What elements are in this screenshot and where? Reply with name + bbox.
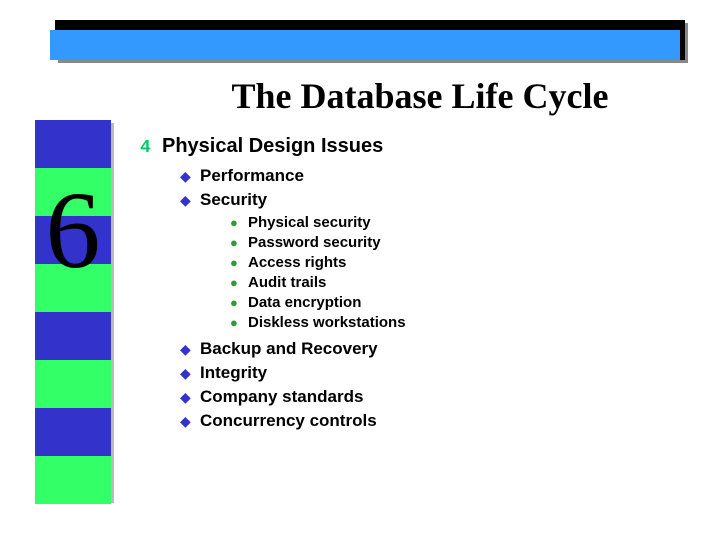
dot-bullet-icon: ● <box>230 235 248 250</box>
list-item: ◆ Company standards <box>180 387 680 407</box>
list-item: ● Access rights <box>230 254 680 271</box>
diamond-bullet-icon: ◆ <box>180 168 200 185</box>
diamond-bullet-icon: ◆ <box>180 341 200 358</box>
list-item: ● Diskless workstations <box>230 314 680 331</box>
dot-bullet-icon: ● <box>230 255 248 270</box>
dot-bullet-icon: ● <box>230 315 248 330</box>
diamond-bullet-icon: ◆ <box>180 389 200 406</box>
subitems-top: ◆ Performance ◆ Security <box>140 166 680 210</box>
subitems-bottom: ◆ Backup and Recovery ◆ Integrity ◆ Comp… <box>140 339 680 431</box>
number-bullet-icon: 4 <box>140 138 162 158</box>
slide-content: 4 Physical Design Issues ◆ Performance ◆… <box>140 135 680 435</box>
diamond-bullet-icon: ◆ <box>180 192 200 209</box>
header-blue-bar <box>50 30 680 60</box>
item-text: Physical security <box>248 214 371 231</box>
list-item: ◆ Backup and Recovery <box>180 339 680 359</box>
list-item: ● Physical security <box>230 214 680 231</box>
subsubitems: ● Physical security ● Password security … <box>140 214 680 331</box>
list-item: ◆ Integrity <box>180 363 680 383</box>
heading-item: 4 Physical Design Issues <box>140 135 680 158</box>
dot-bullet-icon: ● <box>230 275 248 290</box>
dot-bullet-icon: ● <box>230 295 248 310</box>
item-text: Password security <box>248 234 381 251</box>
item-text: Security <box>200 190 267 210</box>
dot-bullet-icon: ● <box>230 215 248 230</box>
list-item: ● Data encryption <box>230 294 680 311</box>
chapter-number: 6 <box>35 175 111 285</box>
item-text: Audit trails <box>248 274 326 291</box>
heading-text: Physical Design Issues <box>162 135 383 158</box>
list-item: ● Password security <box>230 234 680 251</box>
item-text: Access rights <box>248 254 346 271</box>
item-text: Backup and Recovery <box>200 339 378 359</box>
item-text: Diskless workstations <box>248 314 406 331</box>
item-text: Data encryption <box>248 294 361 311</box>
list-item: ● Audit trails <box>230 274 680 291</box>
slide-title: The Database Life Cycle <box>150 75 690 117</box>
item-text: Company standards <box>200 387 363 407</box>
list-item: ◆ Performance <box>180 166 680 186</box>
diamond-bullet-icon: ◆ <box>180 365 200 382</box>
item-text: Performance <box>200 166 304 186</box>
item-text: Integrity <box>200 363 267 383</box>
list-item: ◆ Concurrency controls <box>180 411 680 431</box>
diamond-bullet-icon: ◆ <box>180 413 200 430</box>
item-text: Concurrency controls <box>200 411 377 431</box>
list-item: ◆ Security <box>180 190 680 210</box>
